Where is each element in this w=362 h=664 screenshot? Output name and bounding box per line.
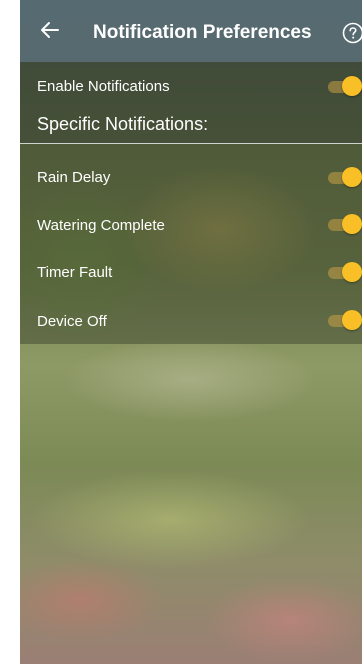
section-divider [20,143,362,144]
enable-notifications-label: Enable Notifications [37,78,170,95]
toggle-thumb [342,76,362,96]
toggle-thumb [342,262,362,282]
toggle-thumb [342,214,362,234]
timer-fault-label: Timer Fault [37,264,113,281]
watering-complete-label: Watering Complete [37,217,165,234]
enable-notifications-toggle[interactable] [328,76,362,96]
rain-delay-label: Rain Delay [37,169,111,186]
arrow-left-icon[interactable] [38,18,62,42]
watering-complete-toggle[interactable] [328,214,362,234]
timer-fault-toggle[interactable] [328,262,362,282]
top-app-bar: Notification Preferences [20,0,362,62]
page-title: Notification Preferences [93,22,312,43]
rain-delay-toggle[interactable] [328,167,362,187]
device-off-label: Device Off [37,313,107,330]
toggle-thumb [342,167,362,187]
specific-notifications-heading: Specific Notifications: [37,114,209,134]
device-off-toggle[interactable] [328,310,362,330]
help-circle-icon[interactable] [342,22,362,44]
toggle-thumb [342,310,362,330]
notification-preferences-screen: Notification Preferences Enable Notifica… [20,0,362,664]
